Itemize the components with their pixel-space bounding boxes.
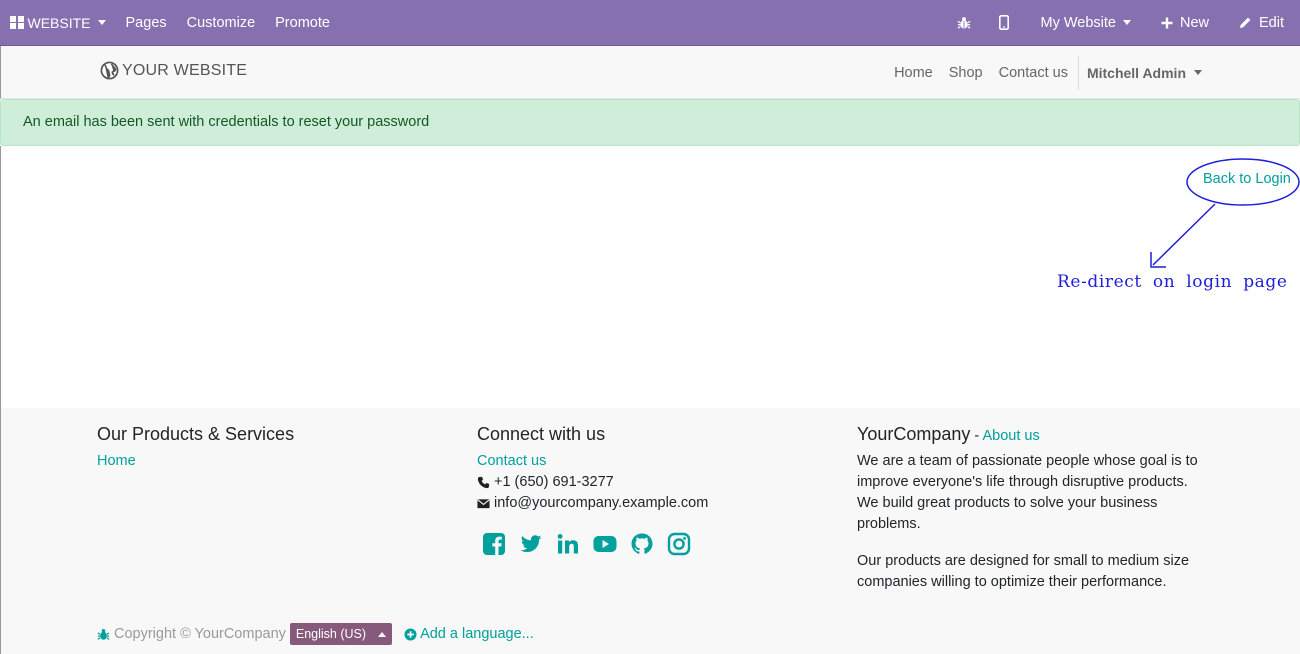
back-to-login-link[interactable]: Back to Login (1203, 171, 1291, 187)
footer-email: info@yourcompany.example.com (477, 493, 817, 514)
language-label: English (US) (295, 627, 367, 641)
menu-customize[interactable]: Customize (177, 0, 266, 46)
nav-shop[interactable]: Shop (941, 65, 991, 81)
debug-button[interactable] (947, 0, 981, 46)
github-icon[interactable] (630, 532, 654, 556)
footer-connect-column: Connect with us Contact us +1 (650) 691-… (477, 424, 817, 556)
website-selector-label: My Website (1040, 14, 1116, 31)
linkedin-icon[interactable] (556, 532, 580, 556)
site-logo-text: YOUR WEBSITE (122, 61, 248, 79)
language-selector[interactable]: English (US) (289, 623, 393, 645)
phone-icon (477, 476, 490, 489)
facebook-icon[interactable] (482, 532, 506, 556)
envelope-icon (477, 499, 490, 509)
footer-products-column: Our Products & Services Home (97, 424, 437, 472)
footer-contact-link[interactable]: Contact us (477, 451, 817, 472)
footer-phone-text: +1 (650) 691-3277 (494, 474, 614, 490)
bug-icon (957, 16, 970, 29)
site-logo[interactable]: YOUR WEBSITE (100, 61, 247, 80)
website-app-menu[interactable]: WEBSITE (0, 0, 116, 46)
chevron-up-icon (378, 631, 387, 637)
plus-icon (1161, 17, 1173, 28)
chevron-down-icon (1122, 20, 1131, 25)
admin-topbar: WEBSITE Pages Customize Promote My Websi… (0, 0, 1300, 46)
footer-email-text: info@yourcompany.example.com (494, 495, 709, 511)
pencil-icon (1240, 17, 1251, 28)
site-nav-links: Home Shop Contact us Mitchell Admin (886, 46, 1202, 99)
new-label: New (1179, 14, 1209, 31)
new-button[interactable]: New (1151, 0, 1229, 46)
social-links (482, 532, 817, 556)
twitter-icon[interactable] (519, 532, 543, 556)
add-language-link[interactable]: Add a language... (404, 626, 534, 642)
alert-message: An email has been sent with credentials … (23, 114, 430, 130)
annotation-text: Re-direct on login page (1057, 272, 1288, 292)
company-description-2: Our products are designed for small to m… (857, 553, 1190, 590)
website-navbar: YOUR WEBSITE Home Shop Contact us Mitche… (0, 46, 1300, 99)
footer: Our Products & Services Home Connect wit… (0, 408, 1300, 654)
instagram-icon[interactable] (667, 532, 691, 556)
footer-phone: +1 (650) 691-3277 (477, 472, 817, 493)
footer-connect-title: Connect with us (477, 424, 606, 444)
mobile-preview-button[interactable] (981, 0, 1027, 46)
chevron-down-icon (97, 20, 106, 25)
mobile-icon (998, 15, 1009, 30)
footer-products-title: Our Products & Services (97, 424, 295, 444)
copyright-bar: Copyright © YourCompany English (US) Add… (97, 623, 534, 645)
edit-button[interactable]: Edit (1229, 0, 1294, 46)
globe-icon (100, 61, 119, 80)
footer-home-link[interactable]: Home (97, 451, 437, 472)
website-selector[interactable]: My Website (1027, 0, 1151, 46)
annotation-arrow-line (1152, 203, 1216, 266)
company-name: YourCompany (857, 424, 971, 444)
company-description: We are a team of passionate people whose… (857, 453, 1198, 532)
youtube-icon[interactable] (593, 532, 617, 556)
website-app-label: WEBSITE (27, 14, 91, 31)
user-menu[interactable]: Mitchell Admin (1079, 65, 1202, 81)
apps-grid-icon (10, 15, 24, 30)
chevron-down-icon (1194, 70, 1202, 75)
success-alert: An email has been sent with credentials … (0, 99, 1300, 146)
add-language-label: Add a language... (420, 626, 534, 642)
plus-circle-icon (404, 627, 417, 641)
user-name: Mitchell Admin (1086, 64, 1186, 81)
footer-company-title: YourCompany - About us (857, 424, 1207, 445)
title-separator: - (970, 428, 983, 444)
nav-home[interactable]: Home (886, 65, 941, 81)
main-content: Back to Login Re-direct on login page (0, 146, 1300, 408)
bug-icon[interactable] (97, 628, 110, 641)
menu-promote[interactable]: Promote (265, 0, 340, 46)
menu-pages[interactable]: Pages (116, 0, 177, 46)
copyright-text: Copyright © YourCompany (114, 626, 286, 642)
about-us-link[interactable]: About us (983, 428, 1040, 444)
nav-contact-us[interactable]: Contact us (991, 65, 1076, 81)
footer-company-column: YourCompany - About us We are a team of … (857, 424, 1207, 593)
edit-label: Edit (1259, 14, 1284, 31)
